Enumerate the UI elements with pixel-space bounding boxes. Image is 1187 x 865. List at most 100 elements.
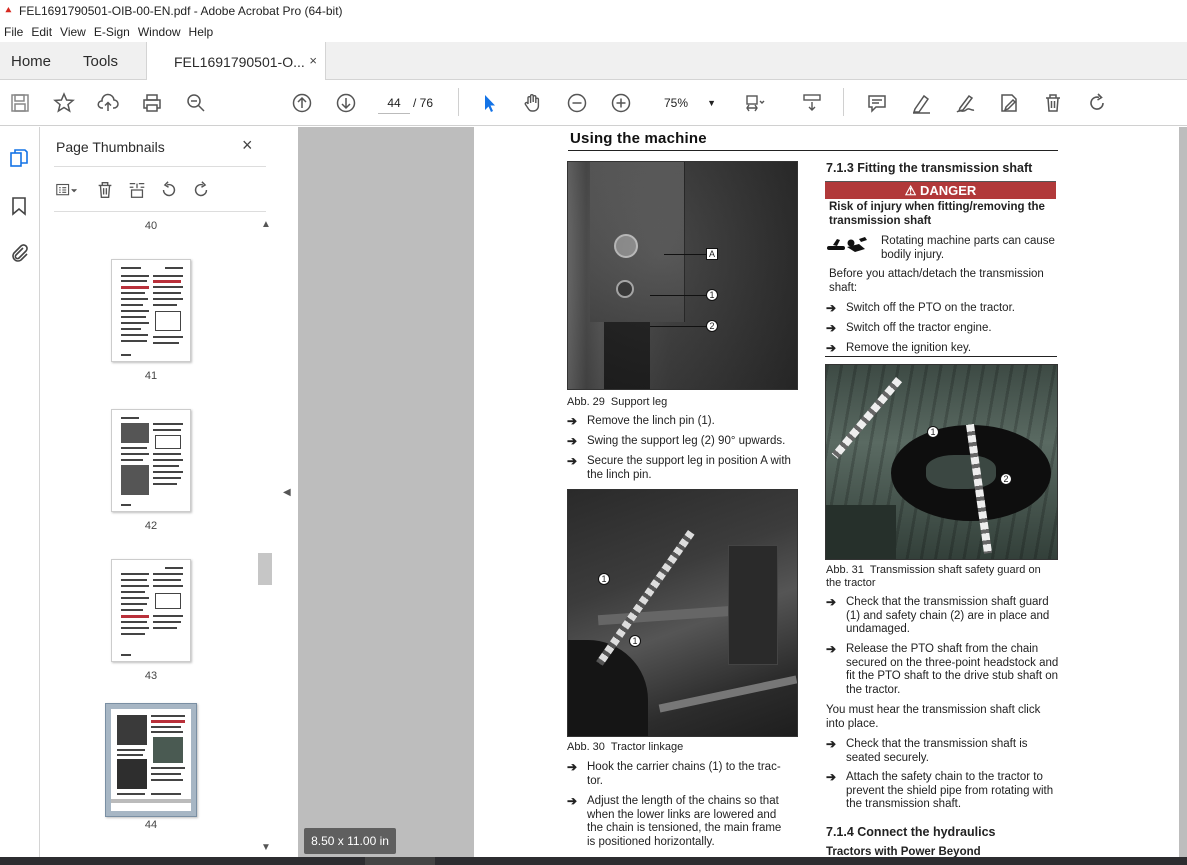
zoom-dropdown[interactable]: 75% ▼ xyxy=(648,92,720,114)
thumbnail-page-41[interactable] xyxy=(111,259,191,362)
menu-file[interactable]: File xyxy=(2,25,29,39)
paragraph: You must hear the transmission shaft cli… xyxy=(826,704,1041,730)
callout-a: A xyxy=(706,248,718,260)
redo-rotate-icon[interactable] xyxy=(1085,91,1109,115)
menu-help[interactable]: Help xyxy=(187,25,220,39)
section-heading: 7.1.4 Connect the hydraulics xyxy=(826,825,996,839)
arrow-icon: ➔ xyxy=(567,760,578,774)
instruction-step: ➔ Secure the support leg in position A wi… xyxy=(567,454,791,481)
thumbnail-page-43[interactable] xyxy=(111,559,191,662)
toolbar: 44 / 76 75% ▼ xyxy=(0,80,1187,126)
page-fit-icon[interactable] xyxy=(743,91,767,115)
extract-pages-icon[interactable] xyxy=(126,179,148,201)
instruction-step: ➔ Attach the safety chain to the tractor … xyxy=(826,770,1054,810)
instruction-step: ➔ Remove the ignition key. xyxy=(826,341,972,355)
scrollbar-thumb[interactable] xyxy=(258,553,272,585)
divider xyxy=(54,211,266,212)
sign-icon[interactable] xyxy=(953,91,977,115)
options-menu-icon[interactable] xyxy=(56,179,78,201)
rotate-cw-icon[interactable] xyxy=(190,179,212,201)
arrow-icon: ➔ xyxy=(567,414,578,428)
taskbar-strip xyxy=(0,857,1187,865)
toolbar-divider xyxy=(458,88,459,116)
thumbnail-page-number: 40 xyxy=(144,220,158,232)
title-bar: ⯅ FEL1691790501-OIB-00-EN.pdf - Adobe Ac… xyxy=(0,0,1187,22)
thumbnail-toolbar xyxy=(56,177,212,203)
instruction-step: ➔ Check that the transmission shaft is se… xyxy=(826,737,1028,764)
tab-document[interactable]: FEL1691790501-O... × xyxy=(146,42,326,81)
save-icon[interactable] xyxy=(8,91,32,115)
thumbnail-page-42[interactable] xyxy=(111,409,191,512)
previous-page-icon[interactable] xyxy=(290,91,314,115)
next-page-icon[interactable] xyxy=(334,91,358,115)
chevron-up-icon[interactable]: ▲ xyxy=(261,219,271,230)
star-icon[interactable] xyxy=(52,91,76,115)
panel-title: Page Thumbnails xyxy=(56,139,165,155)
page-thumbnails-panel: Page Thumbnails × 40 41 42 43 44 ▲ ▼ xyxy=(41,127,277,857)
document-viewport[interactable]: Using the machine A 1 2 Abb. 29 Support l… xyxy=(298,127,1187,865)
tractor-linkage-photo xyxy=(567,489,798,737)
collapse-panel-icon[interactable]: ◀ xyxy=(283,487,291,498)
scroll-mode-icon[interactable] xyxy=(800,91,824,115)
close-tab-icon[interactable]: × xyxy=(309,53,317,68)
callout-1: 1 xyxy=(927,426,939,438)
bookmark-icon[interactable] xyxy=(8,195,30,217)
callout-1: 1 xyxy=(706,289,718,301)
chevron-down-icon[interactable]: ▼ xyxy=(261,842,271,853)
window-title: FEL1691790501-OIB-00-EN.pdf - Adobe Acro… xyxy=(19,4,343,18)
page-thumbnails-icon[interactable] xyxy=(8,147,30,169)
tab-home[interactable]: Home xyxy=(11,42,51,80)
comment-icon[interactable] xyxy=(865,91,889,115)
page-number-input[interactable]: 44 xyxy=(378,92,410,114)
transmission-shaft-photo xyxy=(825,364,1058,560)
figure-caption: Abb. 30 Tractor linkage xyxy=(567,741,683,753)
danger-title: Risk of injury when fitting/removing the… xyxy=(829,201,1045,227)
section-rule xyxy=(825,356,1057,357)
attachment-icon[interactable] xyxy=(8,241,30,263)
print-icon[interactable] xyxy=(140,91,164,115)
menu-esign[interactable]: E-Sign xyxy=(92,25,136,39)
rotate-ccw-icon[interactable] xyxy=(158,179,180,201)
instruction-step: ➔ Switch off the tractor engine. xyxy=(826,321,992,335)
acrobat-icon: ⯅ xyxy=(4,5,13,17)
delete-icon[interactable] xyxy=(1041,91,1065,115)
figure-number: Abb. 29 xyxy=(567,396,605,408)
callout-1: 1 xyxy=(598,573,610,585)
menu-window[interactable]: Window xyxy=(136,25,187,39)
menu-bar: File Edit View E-Sign Window Help xyxy=(0,22,1187,42)
select-cursor-icon[interactable] xyxy=(477,91,501,115)
zoom-in-icon[interactable] xyxy=(609,91,633,115)
close-panel-icon[interactable]: × xyxy=(242,135,253,156)
thumbnail-list: 40 41 42 43 44 xyxy=(41,213,261,857)
callout-leader xyxy=(650,295,706,296)
instruction-step: ➔ Swing the support leg (2) 90° upwards. xyxy=(567,434,786,448)
tab-tools[interactable]: Tools xyxy=(83,42,118,80)
zoom-out-icon[interactable] xyxy=(565,91,589,115)
taskbar-segment xyxy=(365,857,435,865)
arrow-icon: ➔ xyxy=(826,321,837,335)
delete-pages-icon[interactable] xyxy=(94,179,116,201)
figure-title: Support leg xyxy=(610,396,668,408)
figure-number: Abb. 30 xyxy=(567,741,605,753)
thumbnail-scrollbar[interactable]: ▲ ▼ xyxy=(258,213,275,857)
hand-tool-icon[interactable] xyxy=(521,91,545,115)
chevron-down-icon: ▼ xyxy=(707,98,716,108)
support-leg-photo xyxy=(567,161,798,390)
highlight-pen-icon[interactable] xyxy=(909,91,933,115)
zoom-search-icon[interactable] xyxy=(184,91,208,115)
page-size-indicator: 8.50 x 11.00 in xyxy=(304,828,396,854)
callout-leader xyxy=(650,326,706,327)
section-heading: 7.1.3 Fitting the transmission shaft xyxy=(826,161,1033,175)
thumbnail-page-44-selected[interactable] xyxy=(105,703,197,817)
arrow-icon: ➔ xyxy=(826,737,837,751)
instruction-step: ➔ Check that the transmission shaft guard… xyxy=(826,595,1050,635)
menu-edit[interactable]: Edit xyxy=(29,25,58,39)
instruction-step: ➔ Switch off the PTO on the tractor. xyxy=(826,301,1015,315)
danger-banner: ⚠ DANGER xyxy=(825,181,1056,199)
edit-pdf-icon[interactable] xyxy=(997,91,1021,115)
arrow-icon: ➔ xyxy=(826,301,837,315)
cloud-upload-icon[interactable] xyxy=(96,91,120,115)
menu-view[interactable]: View xyxy=(58,25,92,39)
arrow-icon: ➔ xyxy=(826,341,837,355)
figure-title: Tractor linkage xyxy=(610,741,684,753)
